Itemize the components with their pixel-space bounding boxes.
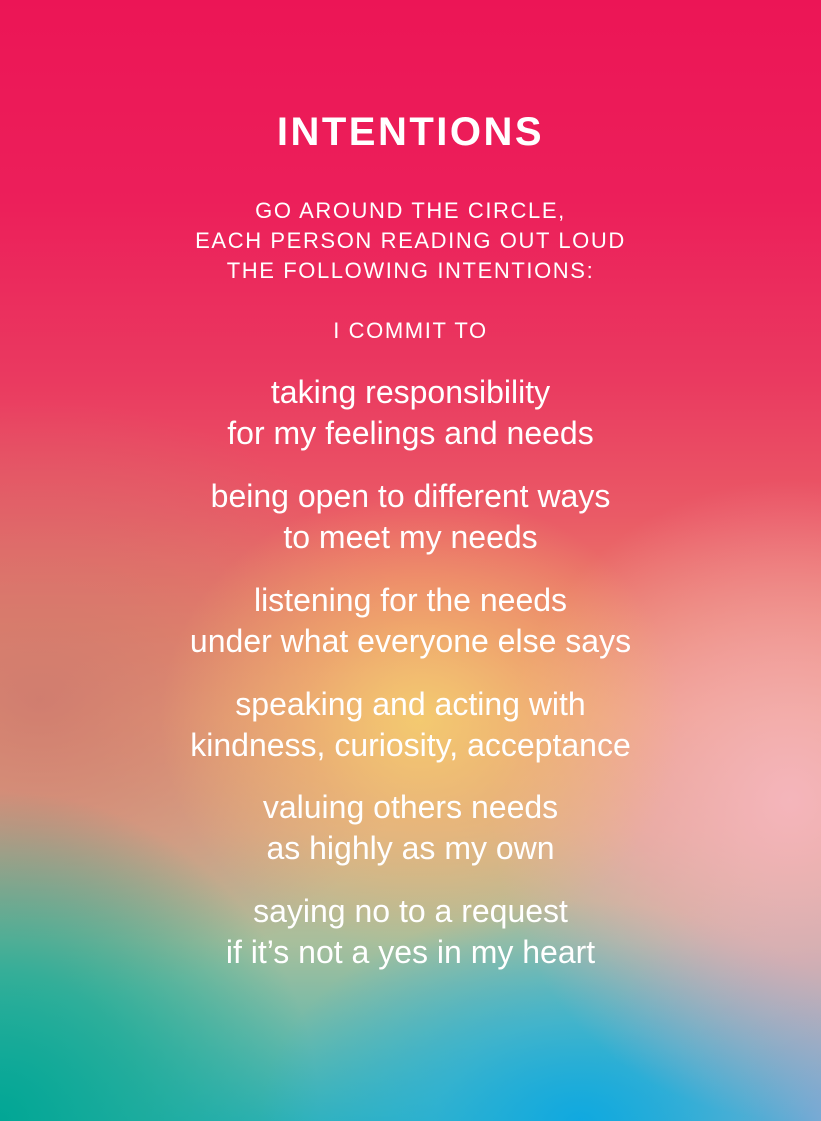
intention-line: if it’s not a yes in my heart [225,934,596,970]
intention-line: under what everyone else says [189,623,632,659]
intention-line: to meet my needs [283,519,538,555]
intention-line: listening for the needs [253,582,568,618]
intention-item: taking responsibility for my feelings an… [0,372,821,454]
intention-line: kindness, curiosity, acceptance [190,727,631,763]
instructions-line: GO AROUND THE CIRCLE, [255,198,566,223]
intention-line: valuing others needs [262,789,559,825]
intention-item: saying no to a request if it’s not a yes… [0,891,821,973]
intention-item: listening for the needs under what every… [0,580,821,662]
intention-item: speaking and acting with kindness, curio… [0,684,821,766]
commit-heading: I COMMIT TO [333,318,488,343]
intention-item: being open to different ways to meet my … [0,476,821,558]
intention-line: speaking and acting with [235,686,586,722]
intention-item: valuing others needs as highly as my own [0,787,821,869]
intention-line: as highly as my own [266,830,555,866]
intention-line: taking responsibility [270,374,551,410]
instructions-text: GO AROUND THE CIRCLE, EACH PERSON READIN… [0,196,821,286]
intentions-card: INTENTIONS GO AROUND THE CIRCLE, EACH PE… [0,0,821,1121]
card-title: INTENTIONS [276,110,545,154]
intention-line: saying no to a request [253,893,568,929]
instructions-line: EACH PERSON READING OUT LOUD [195,228,626,253]
intention-line: being open to different ways [210,478,611,514]
intention-line: for my feelings and needs [227,415,594,451]
instructions-line: THE FOLLOWING INTENTIONS: [226,258,595,283]
